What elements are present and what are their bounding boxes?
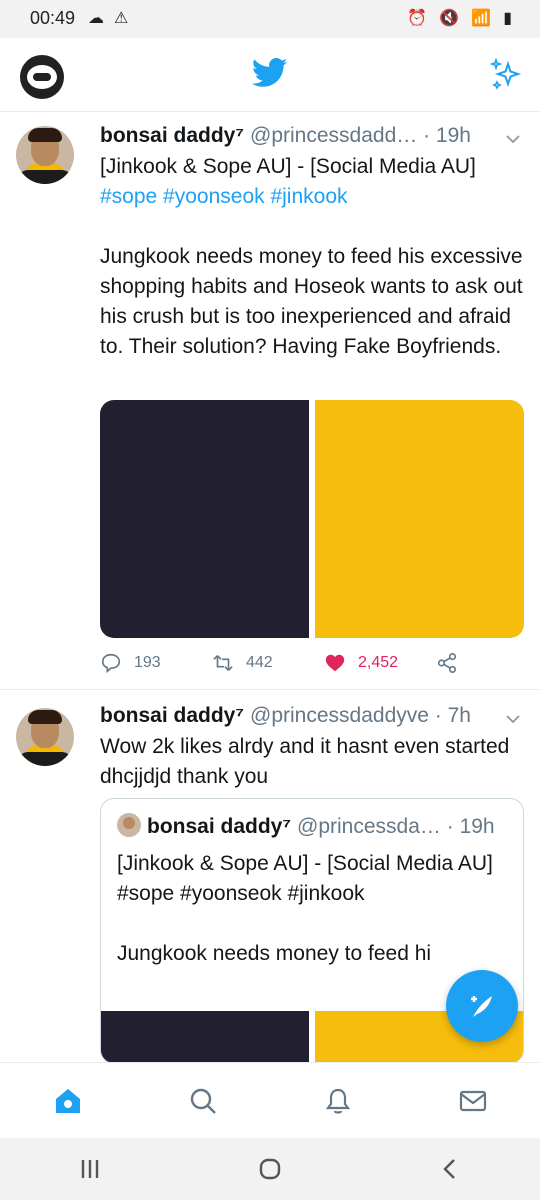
back-button[interactable] bbox=[430, 1149, 470, 1189]
tweet-header: bonsai daddy⁷ @princessdaddyve · 7h bbox=[100, 704, 520, 734]
quoted-media-image-dark bbox=[101, 1011, 309, 1062]
bottom-navigation bbox=[0, 1062, 540, 1138]
share-icon bbox=[437, 653, 457, 673]
status-time: 00:49 bbox=[30, 8, 76, 28]
retweet-button[interactable]: 442 bbox=[212, 652, 324, 674]
display-name[interactable]: bonsai daddy⁷ bbox=[100, 124, 244, 147]
wifi-icon: 📶 bbox=[471, 10, 492, 27]
warning-icon: ⚠ bbox=[114, 10, 129, 27]
quoted-hashtags: #sope #yoonseok #jinkook bbox=[117, 882, 365, 905]
bell-icon bbox=[325, 1088, 350, 1114]
avatar[interactable] bbox=[16, 708, 74, 766]
mail-icon bbox=[459, 1090, 486, 1111]
avatar[interactable] bbox=[16, 126, 74, 184]
home-system-button[interactable] bbox=[250, 1149, 290, 1189]
timestamp: · 7h bbox=[434, 704, 471, 727]
compose-tweet-button[interactable] bbox=[446, 970, 518, 1042]
reply-count: 193 bbox=[134, 654, 161, 671]
recent-apps-button[interactable] bbox=[70, 1149, 110, 1189]
share-button[interactable] bbox=[436, 652, 458, 674]
nav-home[interactable] bbox=[48, 1081, 88, 1121]
chevron-down-icon[interactable] bbox=[504, 710, 522, 728]
nav-search[interactable] bbox=[183, 1081, 223, 1121]
tweet-text: Wow 2k likes alrdy and it hasnt even sta… bbox=[100, 735, 510, 788]
heart-icon bbox=[325, 654, 345, 672]
timestamp: · 19h bbox=[423, 124, 471, 147]
cloud-icon: ☁ bbox=[88, 10, 104, 27]
reply-button[interactable]: 193 bbox=[100, 652, 212, 674]
alarm-icon: ⏰ bbox=[407, 10, 428, 27]
home-circle-icon bbox=[259, 1158, 281, 1180]
quoted-handle: @princessda… bbox=[297, 815, 441, 838]
handle: @princessdaddyve bbox=[250, 704, 429, 727]
media-image-dark[interactable] bbox=[100, 400, 309, 638]
tweet-1[interactable]: bonsai daddy⁷ @princessdadd… · 19h [Jinko… bbox=[0, 112, 540, 690]
retweet-count: 442 bbox=[246, 654, 273, 671]
back-chevron-icon bbox=[443, 1159, 455, 1179]
search-icon bbox=[190, 1088, 216, 1114]
hashtags[interactable]: #sope #yoonseok #jinkook bbox=[100, 182, 524, 212]
profile-avatar-button[interactable] bbox=[20, 55, 64, 99]
top-app-bar bbox=[0, 38, 540, 112]
compose-feather-icon bbox=[471, 996, 492, 1017]
quoted-tweet-text: [Jinkook & Sope AU] - [Social Media AU] … bbox=[117, 849, 507, 969]
like-count: 2,452 bbox=[358, 654, 399, 671]
chevron-down-icon[interactable] bbox=[504, 130, 522, 148]
tweet-text: [Jinkook & Sope AU] - [Social Media AU] … bbox=[100, 152, 524, 362]
display-name[interactable]: bonsai daddy⁷ bbox=[100, 704, 244, 727]
mute-icon: 🔇 bbox=[439, 10, 460, 27]
quoted-title-line: [Jinkook & Sope AU] - [Social Media AU] bbox=[117, 852, 493, 875]
quoted-tweet-header: bonsai daddy⁷ @princessda… · 19h bbox=[117, 813, 507, 839]
quoted-body-text: Jungkook needs money to feed hi bbox=[117, 942, 432, 965]
recent-apps-icon bbox=[81, 1160, 99, 1178]
quoted-timestamp: · 19h bbox=[446, 815, 495, 838]
battery-icon: ▮ bbox=[503, 10, 512, 27]
reply-icon bbox=[101, 653, 121, 674]
quoted-display-name: bonsai daddy⁷ bbox=[147, 815, 292, 838]
sparkle-icon[interactable] bbox=[488, 56, 524, 92]
quoted-avatar bbox=[117, 813, 141, 837]
status-bar: 00:49 ☁ ⚠ ⏰ 🔇 📶 ▮ bbox=[0, 0, 540, 38]
retweet-icon bbox=[213, 655, 233, 671]
system-navigation-bar bbox=[0, 1138, 540, 1200]
like-button[interactable]: 2,452 bbox=[324, 652, 436, 674]
tweet-body-text: Jungkook needs money to feed his excessi… bbox=[100, 245, 523, 358]
tweet-header: bonsai daddy⁷ @princessdadd… · 19h bbox=[100, 124, 520, 154]
tweet-media[interactable] bbox=[100, 400, 524, 638]
nav-messages[interactable] bbox=[453, 1081, 493, 1121]
tweet-actions: 193 442 2,452 bbox=[100, 648, 520, 678]
handle: @princessdadd… bbox=[250, 124, 418, 147]
twitter-bird-icon bbox=[252, 58, 288, 87]
nav-notifications[interactable] bbox=[318, 1081, 358, 1121]
tweet-title-line: [Jinkook & Sope AU] - [Social Media AU] bbox=[100, 155, 476, 178]
media-image-yellow[interactable] bbox=[315, 400, 524, 638]
panda-avatar-icon bbox=[27, 65, 57, 89]
home-icon bbox=[55, 1088, 80, 1113]
